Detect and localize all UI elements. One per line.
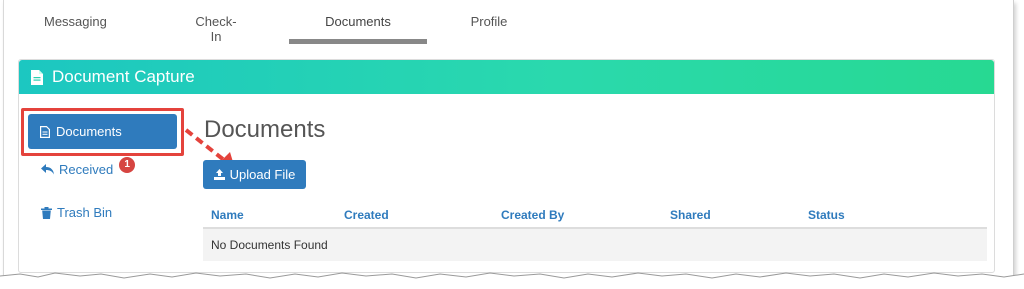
table-header: Name Created Created By Shared Status bbox=[203, 200, 987, 229]
column-header-created[interactable]: Created bbox=[344, 208, 389, 222]
upload-icon bbox=[213, 169, 225, 180]
table-row: No Documents Found bbox=[203, 229, 987, 261]
document-icon bbox=[31, 69, 43, 85]
column-header-created-by[interactable]: Created By bbox=[501, 208, 564, 222]
upload-file-label: Upload File bbox=[229, 167, 296, 182]
tab-profile[interactable]: Profile bbox=[470, 14, 508, 44]
torn-edge bbox=[0, 272, 1024, 289]
sidebar-item-documents[interactable]: Documents bbox=[28, 114, 177, 149]
panel-title: Document Capture bbox=[52, 67, 195, 86]
column-header-status[interactable]: Status bbox=[808, 208, 845, 222]
tab-documents[interactable]: Documents bbox=[289, 14, 427, 44]
sidebar-item-trash-bin[interactable]: Trash Bin bbox=[41, 205, 112, 220]
panel-header: Document Capture bbox=[19, 60, 994, 94]
empty-message: No Documents Found bbox=[211, 238, 328, 252]
upload-file-button[interactable]: Upload File bbox=[203, 160, 306, 189]
tab-messaging[interactable]: Messaging bbox=[44, 14, 107, 44]
trash-icon bbox=[41, 206, 52, 219]
column-header-name[interactable]: Name bbox=[211, 208, 244, 222]
top-tabs: Messaging Check-In Documents Profile bbox=[0, 0, 1024, 46]
document-icon bbox=[40, 125, 50, 138]
sidebar-item-label: Documents bbox=[56, 124, 122, 139]
tab-check-in[interactable]: Check-In bbox=[192, 14, 240, 44]
sidebar-item-label: Trash Bin bbox=[57, 205, 113, 220]
notification-badge: 1 bbox=[119, 157, 136, 173]
page-title: Documents bbox=[204, 116, 326, 143]
sidebar-item-label: Received bbox=[59, 161, 114, 177]
sidebar-item-received[interactable]: Received 1 bbox=[41, 157, 136, 177]
column-header-shared[interactable]: Shared bbox=[670, 208, 711, 222]
reply-icon bbox=[41, 163, 54, 174]
documents-table: Name Created Created By Shared Status No… bbox=[203, 200, 987, 261]
